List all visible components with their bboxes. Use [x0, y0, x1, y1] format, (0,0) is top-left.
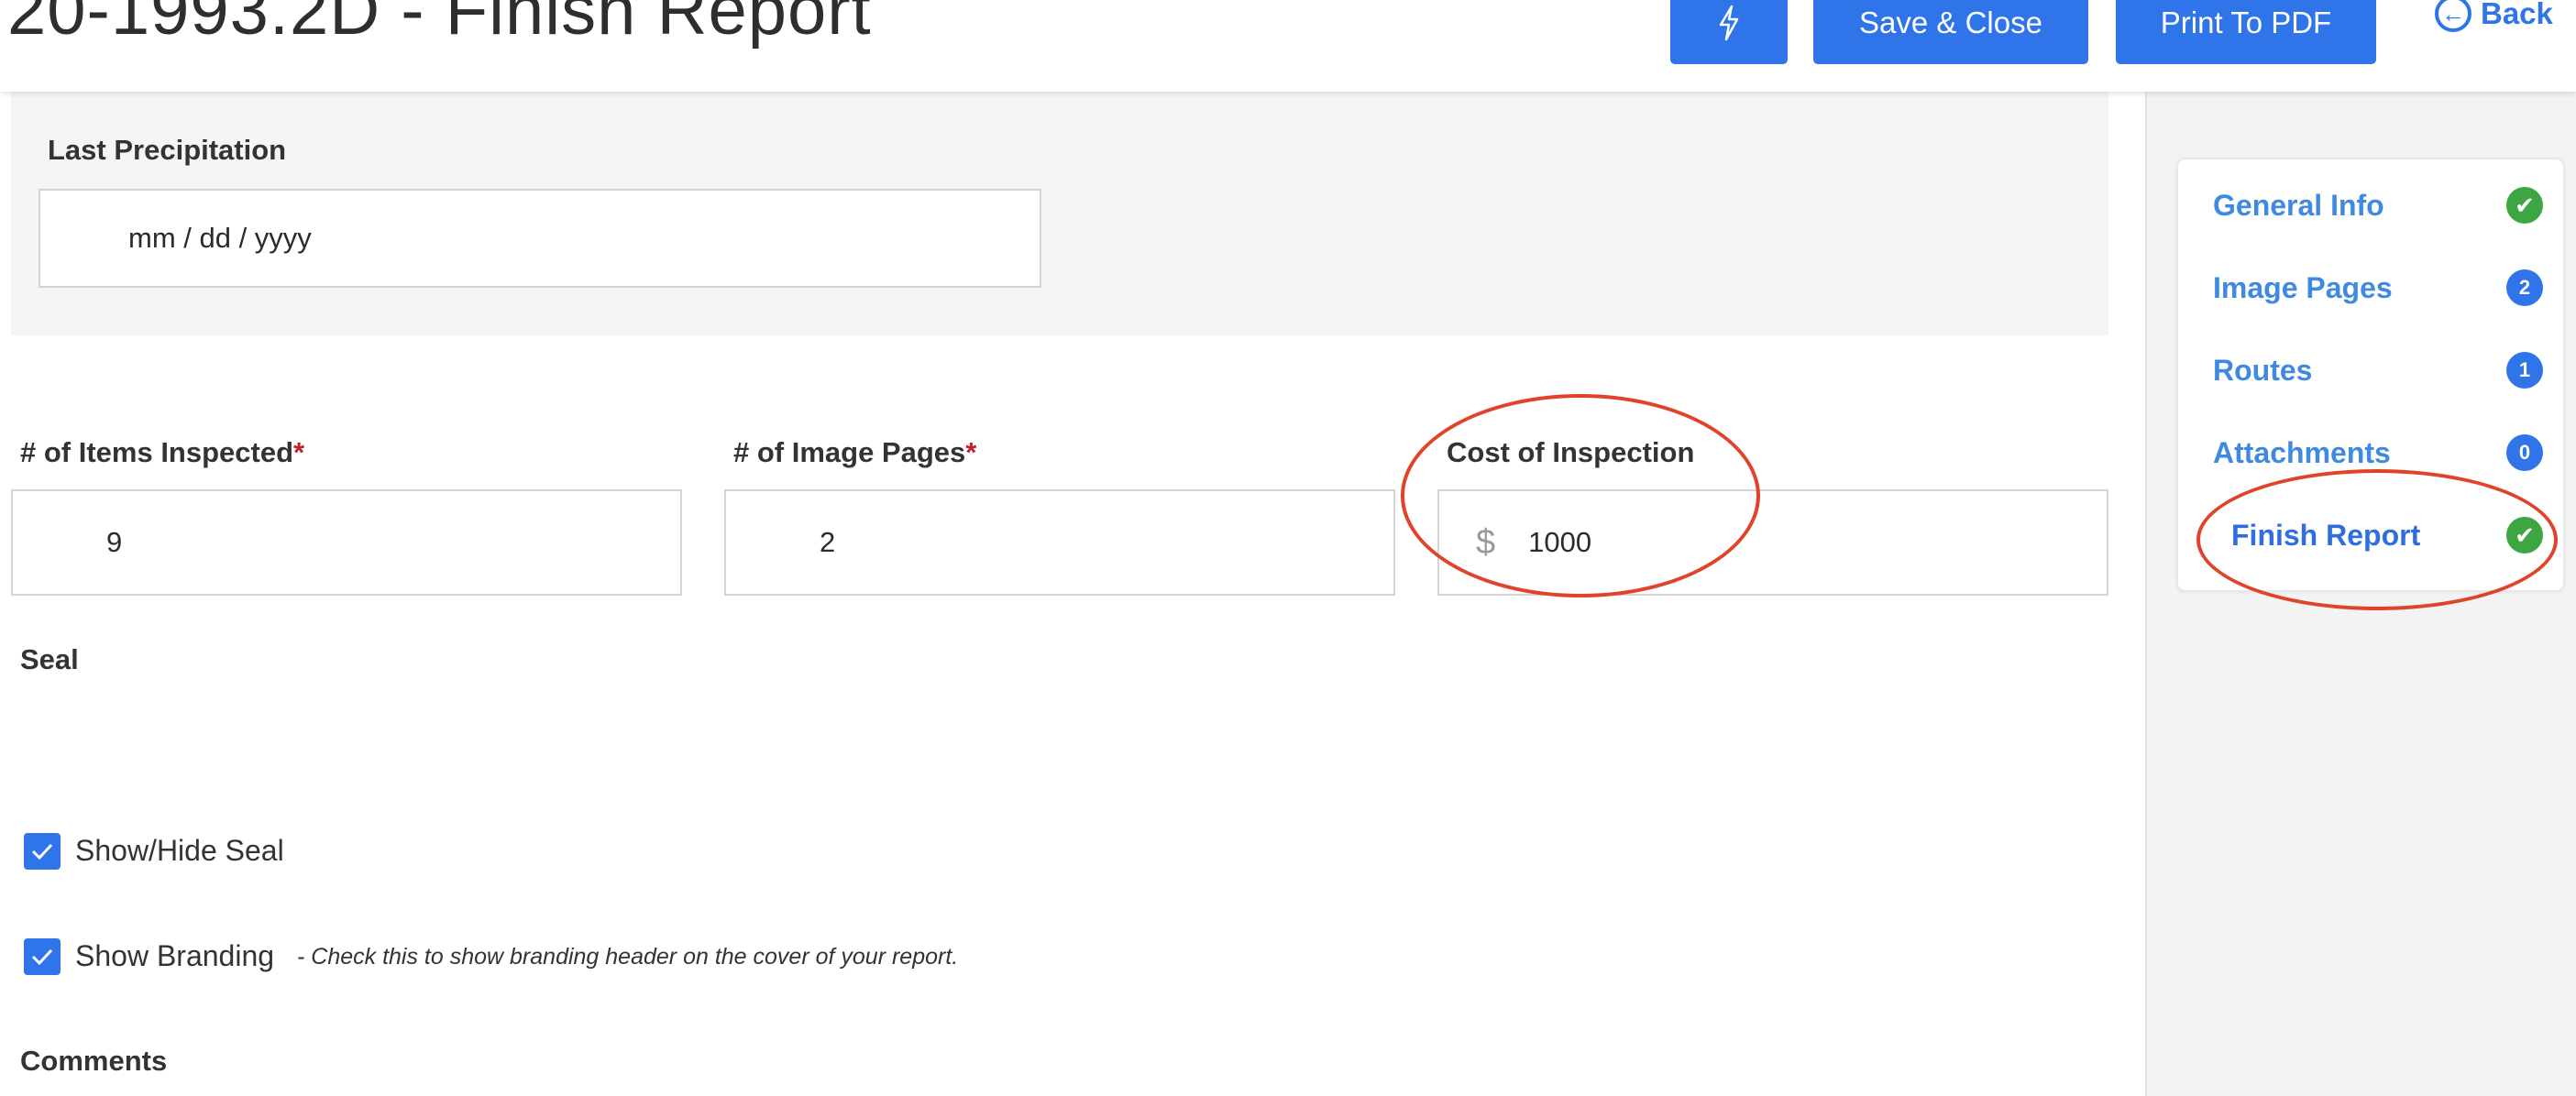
count-badge: 1 [2506, 352, 2543, 389]
count-badge: 2 [2506, 269, 2543, 306]
arrow-left-circle-icon: ← [2435, 0, 2471, 32]
print-pdf-button[interactable]: Print To PDF [2116, 0, 2376, 64]
items-inspected-input[interactable]: 9 [11, 489, 682, 596]
sidebar-item-general-info[interactable]: General Info ✔ [2213, 180, 2543, 231]
page-title: 20-1993.2D - Finish Report [7, 0, 872, 49]
image-pages-value: 2 [820, 526, 836, 558]
sidebar-item-label: General Info [2213, 188, 2384, 222]
sidebar-item-routes[interactable]: Routes 1 [2213, 345, 2543, 396]
lightning-bolt-icon [1719, 5, 1739, 41]
sidebar-item-attachments[interactable]: Attachments 0 [2213, 427, 2543, 478]
seal-label: Seal [20, 643, 79, 675]
show-hide-seal-label: Show/Hide Seal [75, 834, 284, 867]
sidebar-item-label: Attachments [2213, 435, 2391, 469]
required-mark: * [293, 436, 305, 468]
sidebar-item-label: Finish Report [2231, 518, 2421, 552]
count-badge: 0 [2506, 434, 2543, 471]
check-circle-icon: ✔ [2506, 517, 2543, 553]
quick-action-button[interactable] [1670, 0, 1788, 64]
show-branding-hint: - Check this to show branding header on … [297, 944, 959, 970]
image-pages-label: # of Image Pages* [733, 436, 977, 468]
checkmark-icon [31, 843, 53, 860]
page-header: 20-1993.2D - Finish Report Save & Close … [0, 0, 2576, 92]
last-precipitation-label: Last Precipitation [48, 134, 287, 166]
show-branding-label: Show Branding [75, 939, 275, 972]
sidebar-item-finish-report[interactable]: Finish Report ✔ [2213, 510, 2543, 561]
sidebar-item-label: Image Pages [2213, 270, 2393, 304]
comments-label: Comments [20, 1045, 168, 1077]
back-label: Back [2481, 0, 2553, 30]
cost-of-inspection-input[interactable]: $ 1000 [1437, 489, 2108, 596]
dollar-sign-icon: $ [1476, 522, 1496, 562]
last-precipitation-date-input[interactable]: mm / dd / yyyy [39, 189, 1041, 288]
show-hide-seal-checkbox[interactable] [24, 833, 61, 870]
checkmark-icon [31, 948, 53, 966]
cost-of-inspection-label: Cost of Inspection [1447, 436, 1695, 468]
items-inspected-label: # of Items Inspected* [20, 436, 305, 468]
cost-value: 1000 [1528, 526, 1592, 558]
required-mark: * [965, 436, 977, 468]
show-branding-checkbox[interactable] [24, 938, 61, 975]
back-link[interactable]: ← Back [2435, 0, 2553, 38]
check-circle-icon: ✔ [2506, 187, 2543, 224]
sidebar-item-label: Routes [2213, 353, 2313, 387]
sidebar-item-image-pages[interactable]: Image Pages 2 [2213, 262, 2543, 313]
image-pages-input[interactable]: 2 [724, 489, 1395, 596]
items-inspected-value: 9 [106, 526, 123, 558]
date-placeholder: mm / dd / yyyy [128, 222, 312, 254]
save-close-button[interactable]: Save & Close [1813, 0, 2088, 64]
